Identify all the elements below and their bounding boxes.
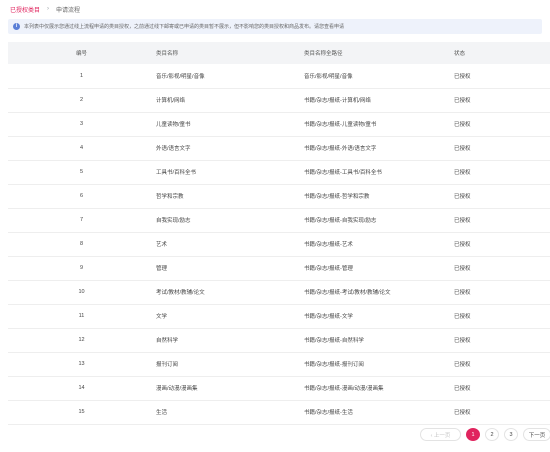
breadcrumb: 已授权类目 › 申请流程 bbox=[10, 2, 80, 16]
category-name: 生活 bbox=[156, 410, 168, 416]
notice-banner: i 本列表中仅展示您通过线上流程申请的类目授权，之前通过线下邮寄或已申请的类目暂… bbox=[8, 19, 542, 34]
row-index: 12 bbox=[78, 337, 85, 343]
status-text: 已授权 bbox=[454, 362, 471, 368]
notice-text: 本列表中仅展示您通过线上流程申请的类目授权，之前通过线下邮寄或已申请的类目暂不展… bbox=[24, 24, 345, 30]
status-text: 已授权 bbox=[454, 338, 471, 344]
table-row: 13 报刊订阅 书籍/杂志/报纸-报刊订阅 已授权 bbox=[8, 352, 550, 376]
category-path: 书籍/杂志/报纸-报刊订阅 bbox=[304, 362, 364, 368]
row-index: 10 bbox=[78, 289, 85, 295]
category-path: 书籍/杂志/报纸-工具书/百科全书 bbox=[304, 170, 382, 176]
table-header-row: 编号 类目名称 类目名称全路径 状态 bbox=[8, 42, 550, 64]
category-path: 书籍/杂志/报纸-漫画/动漫/漫画集 bbox=[304, 386, 384, 392]
status-text: 已授权 bbox=[454, 194, 471, 200]
table-row: 15 生活 书籍/杂志/报纸-生活 已授权 bbox=[8, 400, 550, 424]
pagination: ‹ 上一页 1 2 3 下一页 bbox=[420, 427, 550, 442]
header-index: 编号 bbox=[75, 51, 87, 57]
category-path: 书籍/杂志/报纸-自我实现/励志 bbox=[304, 218, 377, 224]
table-row: 1 音乐/影视/明星/音像 音乐/影视/明星/音像 已授权 bbox=[8, 64, 550, 88]
status-text: 已授权 bbox=[454, 73, 471, 80]
row-index: 4 bbox=[79, 145, 84, 151]
row-index: 8 bbox=[79, 241, 84, 247]
category-name: 外语/语言文字 bbox=[156, 146, 191, 152]
row-index: 5 bbox=[79, 169, 84, 175]
category-name: 儿童读物/童书 bbox=[156, 122, 191, 128]
category-path: 书籍/杂志/报纸-自然科学 bbox=[304, 338, 364, 344]
category-name: 哲学和宗教 bbox=[156, 194, 184, 200]
category-path: 书籍/杂志/报纸-生活 bbox=[304, 410, 353, 416]
category-path: 书籍/杂志/报纸-外语/语言文字 bbox=[304, 146, 377, 152]
table-row: 7 自我实现/励志 书籍/杂志/报纸-自我实现/励志 已授权 bbox=[8, 208, 550, 232]
status-text: 已授权 bbox=[454, 122, 471, 128]
row-index: 11 bbox=[78, 313, 85, 319]
category-name: 音乐/影视/明星/音像 bbox=[156, 73, 205, 80]
status-text: 已授权 bbox=[454, 266, 471, 272]
table-row: 11 文学 书籍/杂志/报纸-文学 已授权 bbox=[8, 304, 550, 328]
status-text: 已授权 bbox=[454, 98, 471, 104]
info-icon: i bbox=[13, 23, 20, 30]
table-row: 2 计算机/网络 书籍/杂志/报纸-计算机/网络 已授权 bbox=[8, 88, 550, 112]
status-text: 已授权 bbox=[454, 290, 471, 296]
row-index: 6 bbox=[79, 193, 84, 199]
category-name: 漫画/动漫/漫画集 bbox=[156, 386, 198, 392]
status-text: 已授权 bbox=[454, 218, 471, 224]
row-index: 14 bbox=[78, 385, 85, 391]
chevron-right-icon: › bbox=[47, 6, 50, 12]
row-index: 7 bbox=[79, 217, 84, 223]
category-name: 管理 bbox=[156, 266, 168, 272]
category-name: 文学 bbox=[156, 314, 168, 320]
prev-page-button[interactable]: ‹ 上一页 bbox=[420, 428, 461, 441]
category-name: 自然科学 bbox=[156, 338, 179, 344]
category-table: 编号 类目名称 类目名称全路径 状态 1 音乐/影视/明星/音像 音乐/影视/明星/… bbox=[8, 42, 550, 425]
status-text: 已授权 bbox=[454, 170, 471, 176]
table-row: 8 艺术 书籍/杂志/报纸-艺术 已授权 bbox=[8, 232, 550, 256]
page-button-2[interactable]: 2 bbox=[485, 428, 499, 441]
category-name: 艺术 bbox=[156, 242, 168, 248]
category-path: 书籍/杂志/报纸-管理 bbox=[304, 266, 353, 272]
category-path: 书籍/杂志/报纸-文学 bbox=[304, 314, 353, 320]
category-path: 音乐/影视/明星/音像 bbox=[304, 73, 353, 80]
category-name: 计算机/网络 bbox=[156, 98, 186, 104]
authorized-categories-page: 已授权类目 › 申请流程 i 本列表中仅展示您通过线上流程申请的类目授权，之前通… bbox=[0, 0, 550, 452]
row-index: 15 bbox=[78, 409, 85, 415]
header-category-path: 类目名称全路径 bbox=[304, 51, 343, 57]
category-path: 书籍/杂志/报纸-计算机/网络 bbox=[304, 98, 371, 104]
header-category-name: 类目名称 bbox=[156, 51, 179, 57]
row-index: 2 bbox=[79, 97, 84, 103]
next-page-button[interactable]: 下一页 bbox=[523, 428, 550, 441]
status-text: 已授权 bbox=[454, 386, 471, 392]
category-name: 自我实现/励志 bbox=[156, 218, 191, 224]
table-row: 4 外语/语言文字 书籍/杂志/报纸-外语/语言文字 已授权 bbox=[8, 136, 550, 160]
table-row: 6 哲学和宗教 书籍/杂志/报纸-哲学和宗教 已授权 bbox=[8, 184, 550, 208]
table-row: 9 管理 书籍/杂志/报纸-管理 已授权 bbox=[8, 256, 550, 280]
category-name: 工具书/百科全书 bbox=[156, 170, 197, 176]
category-path: 书籍/杂志/报纸-考试/教材/教辅/论文 bbox=[304, 290, 391, 296]
category-path: 书籍/杂志/报纸-儿童读物/童书 bbox=[304, 122, 377, 128]
page-button-1[interactable]: 1 bbox=[466, 428, 480, 441]
row-index: 1 bbox=[79, 72, 84, 79]
status-text: 已授权 bbox=[454, 242, 471, 248]
status-text: 已授权 bbox=[454, 410, 471, 416]
category-path: 书籍/杂志/报纸-哲学和宗教 bbox=[304, 194, 370, 200]
status-text: 已授权 bbox=[454, 146, 471, 152]
row-index: 13 bbox=[78, 361, 85, 367]
table-row: 12 自然科学 书籍/杂志/报纸-自然科学 已授权 bbox=[8, 328, 550, 352]
table-row: 5 工具书/百科全书 书籍/杂志/报纸-工具书/百科全书 已授权 bbox=[8, 160, 550, 184]
breadcrumb-current[interactable]: 已授权类目 bbox=[10, 5, 40, 14]
row-index: 3 bbox=[79, 121, 84, 127]
row-index: 9 bbox=[79, 265, 84, 271]
table-body: 1 音乐/影视/明星/音像 音乐/影视/明星/音像 已授权 2 计算机/网络 书籍/杂志/报… bbox=[8, 64, 550, 424]
table-row: 14 漫画/动漫/漫画集 书籍/杂志/报纸-漫画/动漫/漫画集 已授权 bbox=[8, 376, 550, 400]
category-name: 考试/教材/教辅/论文 bbox=[156, 290, 205, 296]
breadcrumb-next[interactable]: 申请流程 bbox=[56, 5, 80, 14]
page-button-3[interactable]: 3 bbox=[504, 428, 518, 441]
table-row: 3 儿童读物/童书 书籍/杂志/报纸-儿童读物/童书 已授权 bbox=[8, 112, 550, 136]
table-row: 10 考试/教材/教辅/论文 书籍/杂志/报纸-考试/教材/教辅/论文 已授权 bbox=[8, 280, 550, 304]
category-path: 书籍/杂志/报纸-艺术 bbox=[304, 242, 353, 248]
header-status: 状态 bbox=[454, 51, 466, 57]
category-name: 报刊订阅 bbox=[156, 362, 179, 368]
status-text: 已授权 bbox=[454, 314, 471, 320]
